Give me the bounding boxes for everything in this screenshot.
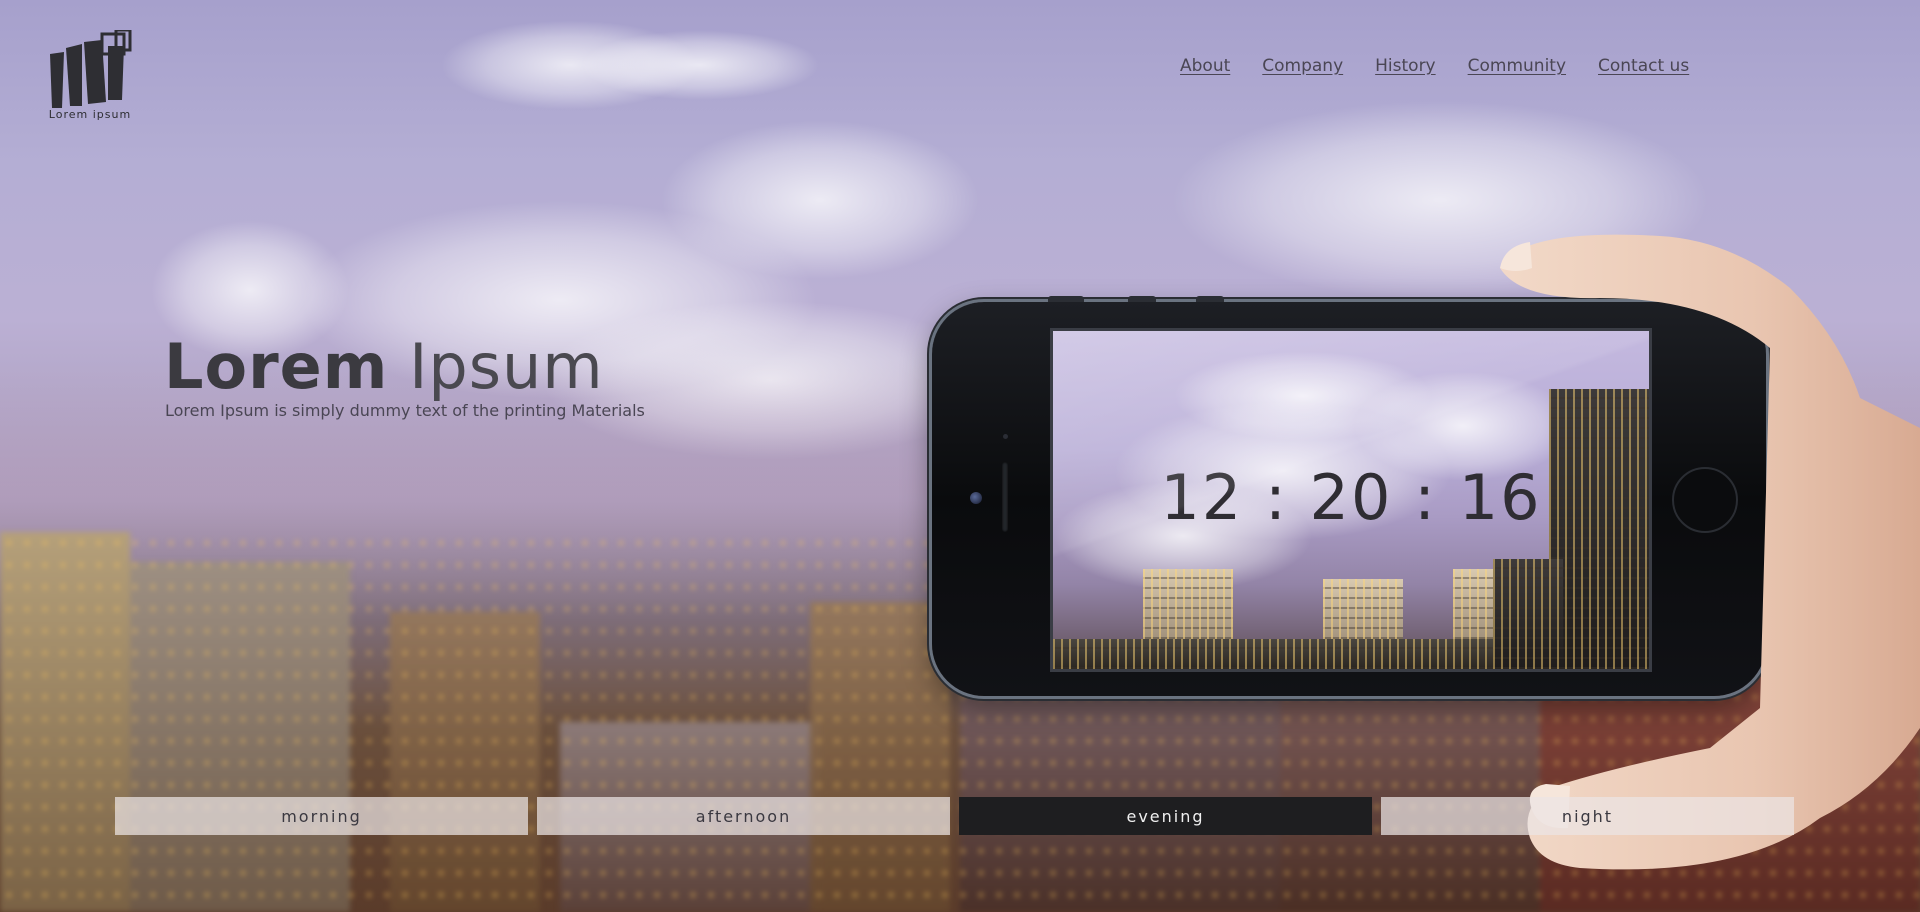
cloud: [1170, 100, 1710, 300]
hero-title-bold: Lorem: [164, 330, 389, 403]
cloud: [660, 120, 980, 280]
main-nav: About Company History Community Contact …: [1180, 56, 1689, 76]
morning-button[interactable]: morning: [115, 797, 528, 835]
nav-company-link[interactable]: Company: [1262, 56, 1343, 76]
phone-screen: 12 : 20 : 16: [1050, 328, 1652, 672]
evening-button[interactable]: evening: [959, 797, 1372, 835]
hero-title-light: Ipsum: [409, 330, 604, 403]
night-button[interactable]: night: [1381, 797, 1794, 835]
phone-mockup: 12 : 20 : 16: [932, 296, 1766, 696]
phone-sensor: [1003, 434, 1008, 439]
page-background: Lorem ipsum About Company History Commun…: [0, 0, 1920, 912]
logo-text: Lorem ipsum: [48, 108, 132, 121]
phone-speaker: [1002, 462, 1008, 532]
phone-clock: 12 : 20 : 16: [1160, 461, 1542, 534]
afternoon-button[interactable]: afternoon: [537, 797, 950, 835]
screen-building: [1493, 559, 1563, 669]
phone-side-button: [1048, 296, 1084, 302]
phone-camera-icon: [970, 492, 982, 504]
hero-subtitle: Lorem Ipsum is simply dummy text of the …: [165, 401, 645, 420]
phone-home-button: [1672, 467, 1738, 533]
nav-contact-link[interactable]: Contact us: [1598, 56, 1689, 76]
nav-about-link[interactable]: About: [1180, 56, 1230, 76]
phone-side-button: [1196, 296, 1224, 302]
phone-side-button: [1128, 296, 1156, 302]
nav-community-link[interactable]: Community: [1468, 56, 1566, 76]
building-logo-icon: [50, 30, 132, 108]
nav-history-link[interactable]: History: [1375, 56, 1435, 76]
time-of-day-selector: morning afternoon evening night: [115, 797, 1794, 835]
site-logo[interactable]: Lorem ipsum: [42, 30, 138, 126]
cloud: [580, 30, 820, 100]
hero-title: Lorem Ipsum: [164, 330, 604, 403]
